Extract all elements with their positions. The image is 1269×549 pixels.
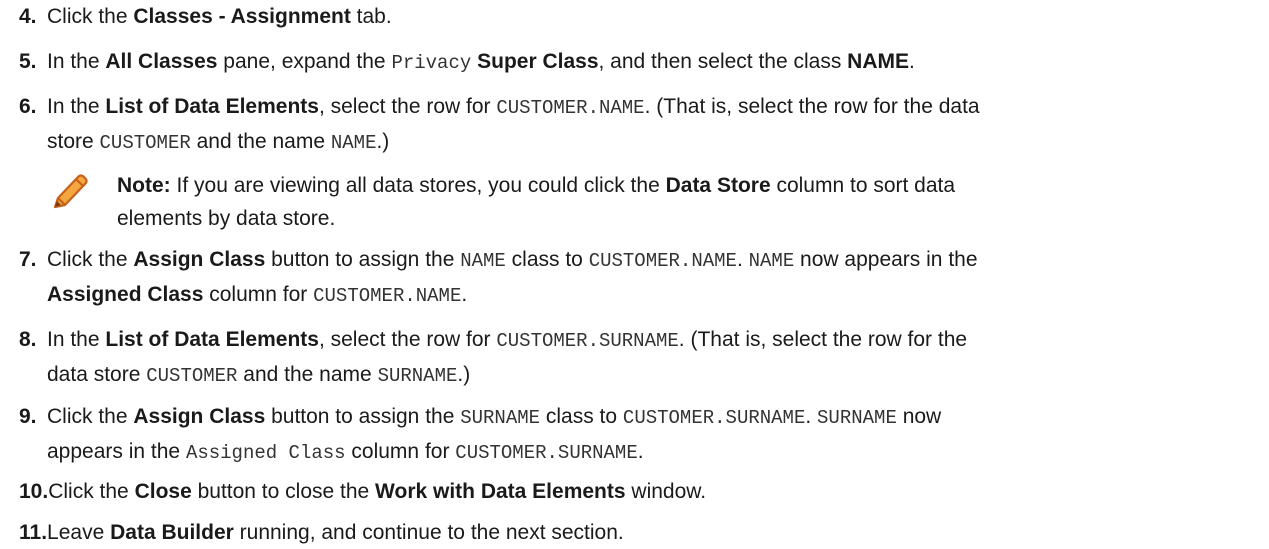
instructions-document: 4. Click the Classes - Assignment tab. 5…: [0, 0, 1269, 544]
step-text: 11.Leave Data Builder running, and conti…: [19, 521, 624, 544]
note-label: Note:: [117, 174, 171, 197]
pencil-icon: [53, 174, 88, 209]
step-number: 9.: [19, 405, 37, 428]
step-number: 6.: [19, 95, 37, 118]
step-text: In the List of Data Elements, select the…: [47, 328, 968, 387]
step-number: 11.: [19, 521, 48, 544]
step-number: 5.: [19, 50, 37, 73]
step-number: 10.: [19, 480, 49, 503]
note-callout: Note: If you are viewing all data stores…: [47, 169, 1257, 235]
step-number: 8.: [19, 328, 37, 351]
step-number: 4.: [19, 5, 37, 28]
step-text: In the All Classes pane, expand the Priv…: [47, 50, 915, 74]
note-text: Note: If you are viewing all data stores…: [117, 174, 956, 230]
step-text: Click the Classes - Assignment tab.: [47, 5, 392, 28]
step-text: 10.Click the Close button to close the W…: [19, 480, 707, 503]
step-number: 7.: [19, 248, 37, 271]
step-text: Click the Assign Class button to assign …: [47, 248, 978, 307]
step-text: In the List of Data Elements, select the…: [47, 95, 980, 154]
step-text: Click the Assign Class button to assign …: [47, 405, 942, 464]
